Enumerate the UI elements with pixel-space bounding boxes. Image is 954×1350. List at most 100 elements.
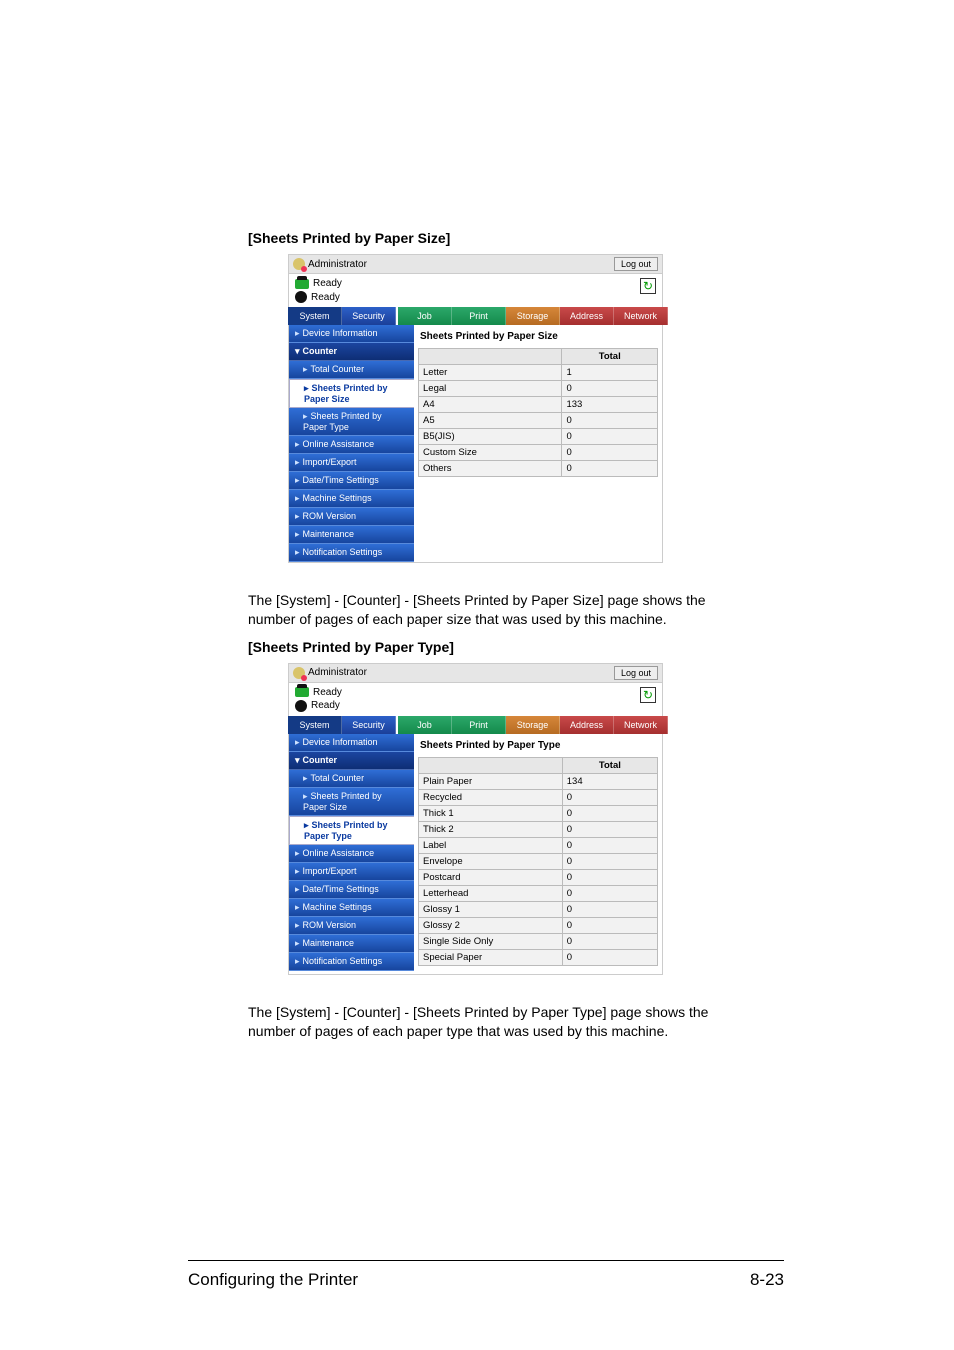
sidebar-item-date-time[interactable]: ▸Date/Time Settings — [289, 881, 414, 899]
tab-network[interactable]: Network — [614, 716, 668, 734]
sidebar-item-label: Sheets Printed by Paper Type — [303, 411, 382, 432]
table-row: Letter1 — [419, 365, 658, 381]
sidebar-item-label: Import/Export — [303, 457, 357, 467]
status-area: Ready Ready ↻ — [288, 274, 663, 307]
sidebar-item-maintenance[interactable]: ▸Maintenance — [289, 526, 414, 544]
printer-status-row: Ready — [295, 278, 342, 289]
main-tabs: System Security Job Print Storage Addres… — [288, 307, 663, 325]
table-row: Recycled0 — [419, 789, 658, 805]
sidebar-item-label: Online Assistance — [303, 439, 375, 449]
tab-security[interactable]: Security — [342, 716, 396, 734]
tab-address[interactable]: Address — [560, 716, 614, 734]
paragraph-paper-type: The [System] - [Counter] - [Sheets Print… — [248, 1003, 724, 1041]
sidebar-item-label: Notification Settings — [303, 956, 383, 966]
sidebar-item-import-export[interactable]: ▸Import/Export — [289, 863, 414, 881]
sidebar-item-by-type[interactable]: ▸Sheets Printed by Paper Type — [289, 816, 414, 845]
sidebar-item-online-assistance[interactable]: ▸Online Assistance — [289, 436, 414, 454]
refresh-icon[interactable]: ↻ — [640, 278, 656, 294]
table-row: Glossy 10 — [419, 901, 658, 917]
table-row: Thick 10 — [419, 805, 658, 821]
sidebar-item-counter[interactable]: ▾Counter — [289, 752, 414, 770]
logout-button[interactable]: Log out — [614, 666, 658, 680]
tab-job[interactable]: Job — [398, 716, 452, 734]
tab-print[interactable]: Print — [452, 307, 506, 325]
sidebar-item-by-size[interactable]: ▸Sheets Printed by Paper Size — [289, 379, 414, 408]
sidebar-item-notification[interactable]: ▸Notification Settings — [289, 544, 414, 562]
sidebar-item-counter[interactable]: ▾Counter — [289, 343, 414, 361]
footer-rule — [188, 1260, 784, 1261]
sidebar-item-label: Machine Settings — [303, 493, 372, 503]
sidebar-item-label: Sheets Printed by Paper Size — [303, 791, 382, 812]
status-area: Ready Ready ↻ — [288, 683, 663, 716]
sidebar-item-device-info[interactable]: ▸Device Information — [289, 325, 414, 343]
sidebar-item-label: Sheets Printed by Paper Size — [304, 383, 388, 404]
tab-address[interactable]: Address — [560, 307, 614, 325]
sidebar-item-rom-version[interactable]: ▸ROM Version — [289, 508, 414, 526]
tab-print[interactable]: Print — [452, 716, 506, 734]
logout-button[interactable]: Log out — [614, 257, 658, 271]
sidebar-item-label: Import/Export — [303, 866, 357, 876]
sidebar-item-notification[interactable]: ▸Notification Settings — [289, 953, 414, 971]
user-label: Administrator — [308, 259, 367, 270]
user-indicator: Administrator — [293, 258, 367, 270]
table-row: Others0 — [419, 461, 658, 477]
sidebar-item-label: Device Information — [303, 328, 378, 338]
tab-job[interactable]: Job — [398, 307, 452, 325]
tab-network[interactable]: Network — [614, 307, 668, 325]
main-panel: Sheets Printed by Paper Size Total Lette… — [414, 325, 662, 562]
table-row: Legal0 — [419, 381, 658, 397]
sidebar-item-date-time[interactable]: ▸Date/Time Settings — [289, 472, 414, 490]
sidebar-item-rom-version[interactable]: ▸ROM Version — [289, 917, 414, 935]
sidebar-item-device-info[interactable]: ▸Device Information — [289, 734, 414, 752]
toner-icon — [295, 700, 307, 712]
refresh-icon[interactable]: ↻ — [640, 687, 656, 703]
sidebar-item-total-counter[interactable]: ▸Total Counter — [289, 361, 414, 379]
table-row: B5(JIS)0 — [419, 429, 658, 445]
sidebar-item-label: ROM Version — [303, 511, 357, 521]
sidebar-item-label: Total Counter — [311, 364, 365, 374]
sidebar-item-label: Maintenance — [303, 529, 355, 539]
tab-security[interactable]: Security — [342, 307, 396, 325]
user-icon — [293, 667, 305, 679]
paper-size-table: Total Letter1 Legal0 A4133 A50 B5(JIS)0 … — [418, 348, 658, 477]
screenshot-paper-size: Administrator Log out Ready Ready ↻ — [288, 254, 663, 563]
col-total: Total — [562, 757, 657, 773]
sidebar-item-machine-settings[interactable]: ▸Machine Settings — [289, 899, 414, 917]
sidebar-item-maintenance[interactable]: ▸Maintenance — [289, 935, 414, 953]
table-row: A4133 — [419, 397, 658, 413]
printer-status-text: Ready — [313, 278, 342, 289]
screenshot-paper-type: Administrator Log out Ready Ready ↻ — [288, 663, 663, 975]
page-footer: Configuring the Printer 8-23 — [188, 1270, 784, 1290]
sidebar: ▸Device Information ▾Counter ▸Total Coun… — [289, 734, 414, 974]
sidebar-item-machine-settings[interactable]: ▸Machine Settings — [289, 490, 414, 508]
sidebar-item-import-export[interactable]: ▸Import/Export — [289, 454, 414, 472]
main-tabs: System Security Job Print Storage Addres… — [288, 716, 663, 734]
tab-system[interactable]: System — [288, 307, 342, 325]
sidebar-item-total-counter[interactable]: ▸Total Counter — [289, 770, 414, 788]
tab-storage[interactable]: Storage — [506, 307, 560, 325]
main-panel: Sheets Printed by Paper Type Total Plain… — [414, 734, 662, 974]
sidebar-item-label: Date/Time Settings — [303, 884, 379, 894]
sidebar-item-label: Online Assistance — [303, 848, 375, 858]
table-row: A50 — [419, 413, 658, 429]
panel-title: Sheets Printed by Paper Size — [420, 331, 658, 342]
table-row: Envelope0 — [419, 853, 658, 869]
table-row: Plain Paper134 — [419, 773, 658, 789]
table-row: Postcard0 — [419, 869, 658, 885]
section-title-paper-size: [Sheets Printed by Paper Size] — [248, 230, 724, 246]
tab-storage[interactable]: Storage — [506, 716, 560, 734]
table-row: Special Paper0 — [419, 949, 658, 965]
printer-status-row: Ready — [295, 687, 342, 698]
paragraph-paper-size: The [System] - [Counter] - [Sheets Print… — [248, 591, 724, 629]
toner-status-text: Ready — [311, 700, 340, 711]
footer-title: Configuring the Printer — [188, 1270, 358, 1290]
sidebar-item-label: Date/Time Settings — [303, 475, 379, 485]
sidebar-item-online-assistance[interactable]: ▸Online Assistance — [289, 845, 414, 863]
sidebar-item-label: Total Counter — [311, 773, 365, 783]
sidebar-item-by-size[interactable]: ▸Sheets Printed by Paper Size — [289, 788, 414, 816]
sidebar-item-by-type[interactable]: ▸Sheets Printed by Paper Type — [289, 408, 414, 436]
sidebar-item-label: ROM Version — [303, 920, 357, 930]
tab-system[interactable]: System — [288, 716, 342, 734]
col-total: Total — [562, 349, 658, 365]
toner-status-row: Ready — [295, 700, 342, 712]
